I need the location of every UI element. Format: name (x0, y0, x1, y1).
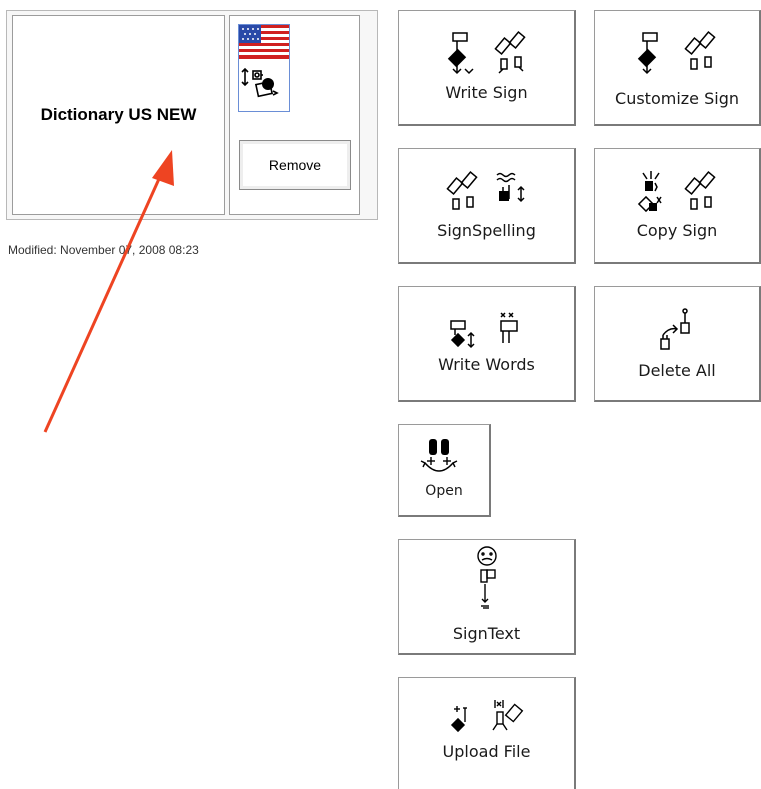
customize-sign-label: Customize Sign (615, 89, 739, 108)
copy-sign-button[interactable]: Copy Sign (594, 148, 761, 264)
delete-all-button[interactable]: Delete All (594, 286, 761, 402)
upload-file-label: Upload File (442, 742, 531, 761)
open-icon (420, 439, 458, 472)
copy-sign-icon (637, 171, 716, 213)
signtext-icon (477, 546, 497, 609)
upload-file-icon (450, 700, 524, 733)
copy-sign-label: Copy Sign (636, 221, 718, 240)
dictionary-actions-cell: Remove (229, 15, 360, 215)
remove-button[interactable]: Remove (239, 140, 351, 190)
signspelling-label: SignSpelling (437, 221, 536, 240)
dictionary-icon-box[interactable] (238, 24, 290, 112)
signtext-button[interactable]: SignText (398, 539, 576, 655)
signtext-label: SignText (452, 624, 521, 643)
dictionary-title[interactable]: Dictionary US NEW (41, 105, 197, 125)
signspelling-icon (446, 171, 525, 210)
dictionary-title-cell[interactable]: Dictionary US NEW (12, 15, 225, 215)
write-words-label: Write Words (438, 355, 535, 374)
write-sign-button[interactable]: Write Sign (398, 10, 576, 126)
signspelling-button[interactable]: SignSpelling (398, 148, 576, 264)
open-button[interactable]: Open (398, 424, 491, 517)
open-label: Open (425, 483, 463, 499)
dictionary-card: Dictionary US NEW Remove (6, 10, 378, 220)
write-words-button[interactable]: Write Words (398, 286, 576, 402)
write-sign-label: Write Sign (445, 83, 528, 102)
modified-date: Modified: November 07, 2008 08:23 (8, 243, 199, 257)
delete-all-icon (660, 308, 690, 350)
us-flag-icon (239, 25, 289, 59)
sign-symbol-icon (241, 67, 279, 98)
write-sign-icon (447, 31, 526, 75)
customize-sign-button[interactable]: Customize Sign (594, 10, 761, 126)
upload-file-button[interactable]: Upload File (398, 677, 576, 789)
customize-sign-icon (637, 31, 716, 75)
delete-all-label: Delete All (638, 361, 716, 380)
